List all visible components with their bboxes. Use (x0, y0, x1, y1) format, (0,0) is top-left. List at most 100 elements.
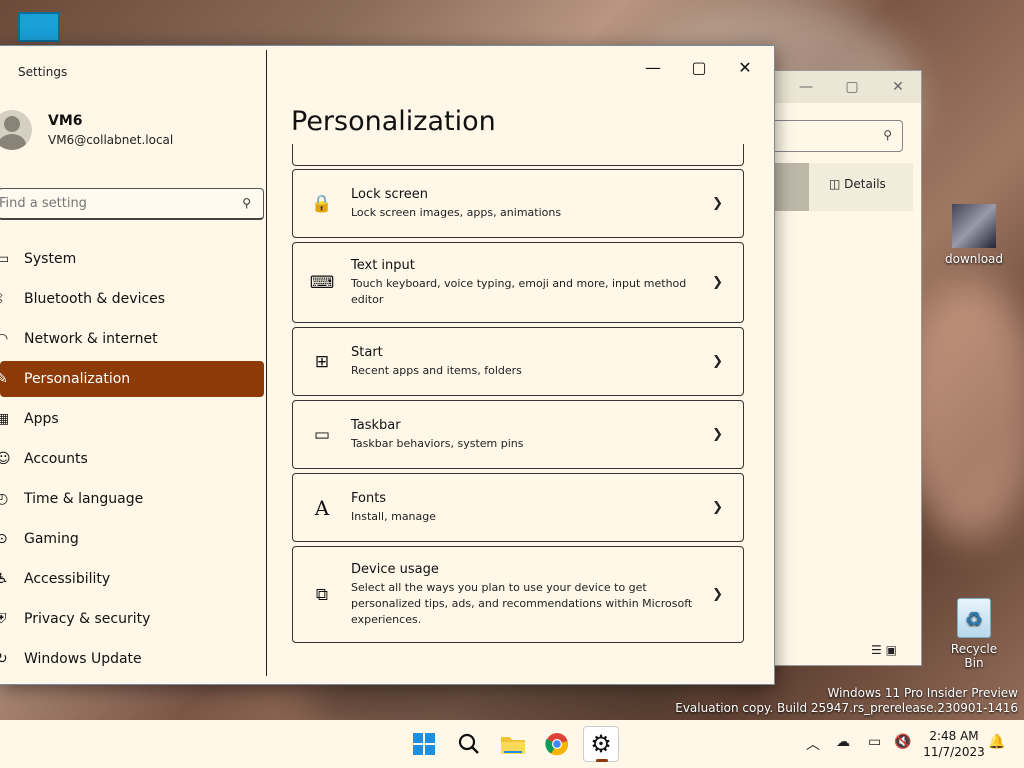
nav-item-bluetooth-devices[interactable]: ᛒ Bluetooth & devices (0, 281, 264, 317)
maximize-button[interactable]: ▢ (676, 52, 722, 82)
view-toggle[interactable]: ☰ ▣ (871, 643, 897, 657)
search-input[interactable] (0, 189, 219, 217)
file-explorer-taskbar-button[interactable] (495, 726, 531, 762)
nav-item-accessibility[interactable]: ♿ Accessibility (0, 561, 264, 597)
search-button[interactable] (451, 726, 487, 762)
desktop-icon-label: Recycle Bin (950, 642, 998, 670)
card-subtitle: Recent apps and items, folders (351, 363, 522, 377)
nav-item-label: Windows Update (24, 651, 142, 667)
nav-item-network-internet[interactable]: ◠ Network & internet (0, 321, 264, 357)
window-title: Settings (18, 65, 68, 79)
minimize-icon: — (645, 57, 661, 77)
details-button[interactable]: ◫ Details (829, 177, 886, 191)
close-button[interactable]: ✕ (722, 52, 768, 82)
chrome-taskbar-button[interactable] (539, 726, 575, 762)
windows-logo-icon (413, 733, 435, 755)
card-title: Text input (351, 257, 415, 273)
folder-icon (501, 737, 525, 754)
chevron-right-icon: ❯ (712, 587, 723, 602)
windows-watermark: Windows 11 Pro Insider Preview Evaluatio… (675, 686, 1018, 716)
desktop-icon-label: download (944, 252, 1004, 266)
settings-window[interactable]: Settings — ▢ ✕ VM6 VM6@collabnet.local ⚲… (0, 45, 775, 685)
tiles-view-icon[interactable]: ▣ (886, 643, 897, 657)
lock-screen-icon: 🔒 (311, 193, 333, 214)
find-setting-search[interactable]: ⚲ (0, 188, 264, 220)
download-desktop-icon[interactable]: download (942, 204, 1006, 266)
nav-item-label: Time & language (24, 491, 144, 507)
card-title: Taskbar (351, 417, 401, 433)
card-title: Fonts (351, 490, 387, 506)
nav-item-time-language[interactable]: ◴ Time & language (0, 481, 264, 517)
card-subtitle: Touch keyboard, voice typing, emoji and … (351, 276, 687, 306)
card-lock-screen[interactable]: 🔒 Lock screen Lock screen images, apps, a… (292, 169, 744, 238)
toolbar-section (771, 163, 809, 211)
list-view-icon[interactable]: ☰ (871, 643, 882, 657)
network-icon[interactable]: ▭ (868, 734, 881, 750)
gear-icon: ⚙ (590, 730, 612, 758)
card-taskbar[interactable]: ▭ Taskbar Taskbar behaviors, system pins … (292, 400, 744, 469)
nav-item-label: Apps (24, 411, 59, 427)
chevron-right-icon: ❯ (712, 500, 723, 515)
cloud-offline-icon[interactable]: ☁ (836, 734, 850, 750)
volume-muted-icon[interactable]: 🔇 (894, 734, 911, 750)
explorer-search-box[interactable]: ⚲ (771, 120, 903, 152)
minimize-button[interactable]: — (630, 52, 676, 82)
settings-nav: ▭ System ᛒ Bluetooth & devices ◠ Network & … (0, 241, 264, 681)
bluetooth-icon: ᛒ (0, 291, 5, 307)
nav-item-label: Accounts (24, 451, 88, 467)
this-pc-desktop-icon[interactable] (18, 12, 60, 42)
nav-item-label: Personalization (24, 371, 131, 387)
close-icon: ✕ (738, 57, 752, 77)
chevron-right-icon: ❯ (712, 354, 723, 369)
nav-item-accounts[interactable]: ☺ Accounts (0, 441, 264, 477)
scrolled-card[interactable] (292, 144, 744, 166)
image-icon (952, 204, 996, 248)
nav-item-label: Bluetooth & devices (24, 291, 166, 307)
card-fonts[interactable]: A Fonts Install, manage ❯ (292, 473, 744, 542)
system-clock[interactable]: 2:48 AM 11/7/2023 (922, 728, 986, 760)
nav-item-apps[interactable]: ▦ Apps (0, 401, 264, 437)
pane-divider (266, 50, 267, 676)
search-icon (458, 733, 479, 754)
card-device-usage[interactable]: ⧉ Device usage Select all the ways you pl… (292, 546, 744, 643)
search-icon: ⚲ (883, 128, 892, 142)
recycle-bin-desktop-icon[interactable]: ♻ Recycle Bin (942, 598, 1006, 670)
nav-item-label: Network & internet (24, 331, 158, 347)
nav-item-system[interactable]: ▭ System (0, 241, 264, 277)
nav-item-gaming[interactable]: ⊙ Gaming (0, 521, 264, 557)
maximize-icon[interactable]: ▢ (829, 79, 875, 95)
settings-taskbar-button[interactable]: ⚙ (583, 726, 619, 762)
nav-item-personalization[interactable]: ✎ Personalization (0, 361, 264, 397)
chevron-up-icon[interactable]: ︿ (806, 734, 820, 754)
taskbar-icon: ▭ (313, 424, 331, 445)
card-subtitle: Taskbar behaviors, system pins (351, 436, 524, 450)
nav-item-label: System (24, 251, 77, 267)
card-subtitle: Lock screen images, apps, animations (351, 205, 562, 219)
nav-item-label: Gaming (24, 531, 79, 547)
file-explorer-window[interactable]: — ▢ ✕ ⚲ ◫ Details ☰ ▣ (770, 70, 922, 666)
start-menu-icon: ⊞ (314, 351, 330, 372)
details-pane-icon: ◫ (829, 177, 841, 191)
taskbar: ⚙ ︿ ☁ ▭ 🔇 2:48 AM 11/7/2023 🔔 (0, 720, 1024, 768)
user-profile[interactable]: VM6 VM6@collabnet.local (0, 110, 173, 150)
card-text-input[interactable]: ⌨ Text input Touch keyboard, voice typing… (292, 242, 744, 323)
card-start[interactable]: ⊞ Start Recent apps and items, folders ❯ (292, 327, 744, 396)
details-label: Details (844, 177, 886, 191)
chevron-right-icon: ❯ (712, 427, 723, 442)
minimize-icon[interactable]: — (783, 79, 829, 95)
nav-item-windows-update[interactable]: ↻ Windows Update (0, 641, 264, 677)
card-subtitle: Select all the ways you plan to use your… (351, 580, 693, 626)
page-title: Personalization (291, 106, 496, 137)
nav-item-label: Accessibility (24, 571, 111, 587)
update-icon: ↻ (0, 651, 8, 667)
clock-date: 11/7/2023 (923, 745, 985, 759)
close-icon[interactable]: ✕ (875, 79, 921, 95)
notification-bell-icon[interactable]: 🔔 (988, 734, 1005, 750)
start-button[interactable] (406, 726, 442, 762)
card-title: Start (351, 344, 383, 360)
nav-item-privacy-security[interactable]: ⛨ Privacy & security (0, 601, 264, 637)
chevron-right-icon: ❯ (712, 196, 723, 211)
chevron-right-icon: ❯ (712, 275, 723, 290)
clock-time: 2:48 AM (929, 729, 979, 743)
watermark-line: Windows 11 Pro Insider Preview (827, 686, 1018, 700)
